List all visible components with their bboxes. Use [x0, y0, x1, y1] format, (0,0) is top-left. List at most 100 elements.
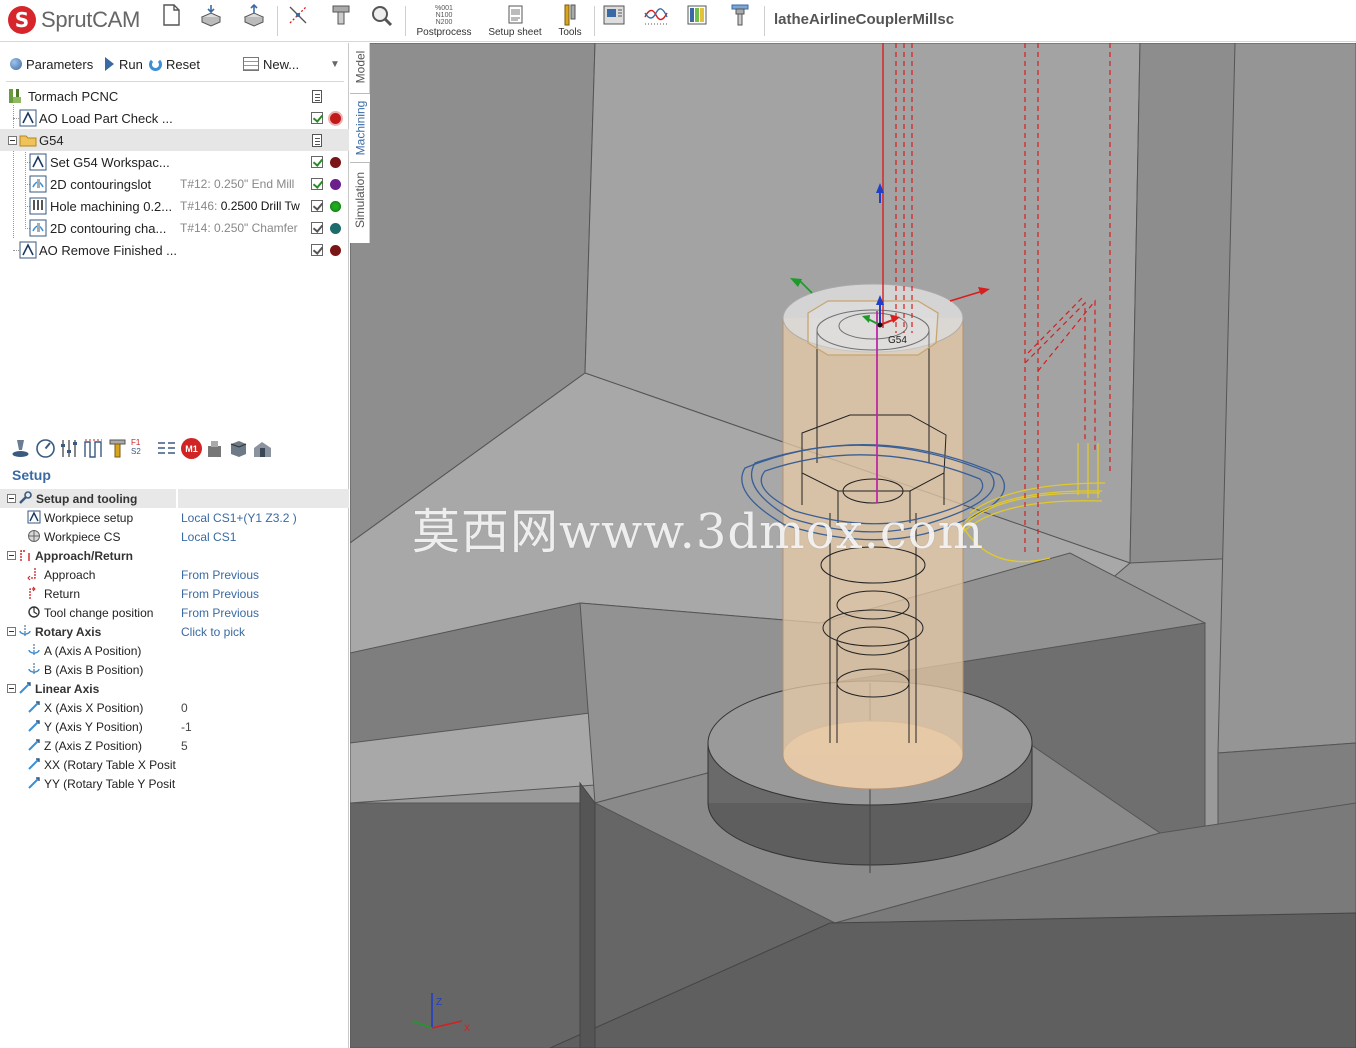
run-button[interactable]: Run: [105, 54, 143, 74]
prop-name: Y (Axis Y Position): [44, 720, 143, 734]
model-tab-icon[interactable]: [228, 438, 249, 459]
collapse-toggle[interactable]: [7, 551, 16, 560]
prop-value[interactable]: Local CS1: [181, 530, 236, 544]
rotary-axis-icon: [28, 663, 40, 675]
prop-value[interactable]: Local CS1+(Y1 Z3.2 ): [181, 511, 297, 525]
magnifier-icon: [372, 6, 393, 27]
tree-item-g54[interactable]: G54: [0, 129, 349, 151]
tree-item-remove-finished[interactable]: AO Remove Finished ...: [0, 239, 349, 261]
render-view-button[interactable]: [685, 3, 711, 39]
f1-label: F1: [131, 438, 141, 447]
enable-checkbox[interactable]: [311, 244, 323, 256]
open-model-icon: [200, 5, 222, 27]
column-splitter[interactable]: [176, 489, 178, 508]
collapse-toggle[interactable]: [7, 494, 16, 503]
enable-checkbox[interactable]: [311, 222, 323, 234]
strategy-tab-icon[interactable]: [59, 438, 80, 459]
coordinate-system-button[interactable]: [286, 3, 312, 39]
axis-z-label: Z: [436, 997, 442, 1008]
transitions-tab-icon[interactable]: [156, 438, 177, 459]
open-project-button[interactable]: [198, 3, 224, 39]
click-to-pick-link[interactable]: Click to pick: [181, 625, 245, 639]
prop-a-axis[interactable]: A (Axis A Position): [0, 641, 349, 660]
document-icon[interactable]: [312, 90, 322, 103]
prop-yy-axis[interactable]: YY (Rotary Table Y Posit: [0, 774, 349, 793]
enable-checkbox[interactable]: [311, 178, 323, 190]
run-label: Run: [119, 56, 143, 72]
links-tab-icon[interactable]: [83, 438, 104, 459]
enable-checkbox[interactable]: [311, 200, 323, 212]
operation-icon: [19, 241, 37, 259]
coordinate-system-icon: [289, 6, 307, 24]
new-operation-dropdown[interactable]: ▼: [330, 54, 340, 74]
operation-parameters-toolbar: F1 S2 M1: [8, 436, 348, 462]
tab-machining[interactable]: Machining: [350, 93, 370, 163]
tool-tab-icon[interactable]: [107, 438, 128, 459]
toolbar-separator: [764, 6, 765, 36]
new-project-button[interactable]: [158, 3, 184, 39]
fixture-tab-icon[interactable]: [252, 438, 273, 459]
rotary-axis-icon: [19, 625, 31, 637]
enable-checkbox[interactable]: [311, 156, 323, 168]
postprocess-button[interactable]: %001 N100 N200 Postprocess: [413, 3, 475, 39]
tab-model[interactable]: Model: [350, 45, 370, 89]
prop-value[interactable]: From Previous: [181, 587, 259, 601]
tools-button[interactable]: Tools: [555, 3, 585, 39]
prop-workpiece-setup[interactable]: Workpiece setup Local CS1+(Y1 Z3.2 ): [0, 508, 349, 527]
prop-xx-axis[interactable]: XX (Rotary Table X Posit: [0, 755, 349, 774]
tree-item-hole-machining[interactable]: Hole machining 0.2... T#146: 0.2500 Dril…: [0, 195, 349, 217]
measure-button[interactable]: [369, 3, 395, 39]
parameters-icon: [10, 58, 22, 70]
parameters-button[interactable]: Parameters: [10, 54, 93, 74]
workpiece-tab-icon[interactable]: [204, 438, 225, 459]
group-rotary-axis[interactable]: Rotary Axis Click to pick: [0, 622, 349, 641]
chevron-down-icon: ▼: [330, 58, 340, 70]
collapse-toggle[interactable]: [8, 136, 17, 145]
feeds-tab-icon[interactable]: [35, 438, 56, 459]
approach-return-icon: [20, 550, 30, 561]
collapse-toggle[interactable]: [7, 684, 16, 693]
left-panel: Parameters Run Reset New... ▼ Tormach PC…: [0, 43, 349, 1048]
prop-z-axis[interactable]: Z (Axis Z Position) 5: [0, 736, 349, 755]
enable-checkbox[interactable]: [311, 112, 323, 124]
prop-value[interactable]: -1: [181, 720, 192, 734]
reset-button[interactable]: Reset: [149, 54, 200, 74]
save-project-button[interactable]: [241, 3, 267, 39]
machine-view-button[interactable]: [601, 3, 627, 39]
prop-b-axis[interactable]: B (Axis B Position): [0, 660, 349, 679]
prop-y-axis[interactable]: Y (Axis Y Position) -1: [0, 717, 349, 736]
tool-library-button[interactable]: [727, 3, 753, 39]
tree-item-2d-contouring-slot[interactable]: 2D contouringslot T#12: 0.250" End Mill: [0, 173, 349, 195]
tree-machine-row[interactable]: Tormach PCNC: [0, 85, 349, 107]
group-linear-axis[interactable]: Linear Axis: [0, 679, 349, 698]
feed-speed-tab[interactable]: F1 S2: [131, 438, 155, 459]
watermark: 莫西网www.3dmox.com: [412, 504, 985, 560]
tree-item-set-g54[interactable]: Set G54 Workspac...: [0, 151, 349, 173]
toolbar-separator: [405, 6, 406, 36]
toolpath-view-button[interactable]: [643, 3, 669, 39]
new-operation-button[interactable]: New...: [243, 54, 299, 74]
prop-approach[interactable]: Approach From Previous: [0, 565, 349, 584]
setup-tab-icon[interactable]: [10, 438, 31, 459]
tree-item-load-part-check[interactable]: AO Load Part Check ...: [0, 107, 349, 129]
setup-sheet-button[interactable]: Setup sheet: [484, 3, 546, 39]
rotary-axis-icon: [28, 644, 40, 656]
collapse-toggle[interactable]: [7, 627, 16, 636]
prop-tool-change-position[interactable]: Tool change position From Previous: [0, 603, 349, 622]
prop-x-axis[interactable]: X (Axis X Position) 0: [0, 698, 349, 717]
prop-return[interactable]: Return From Previous: [0, 584, 349, 603]
prop-workpiece-cs[interactable]: Workpiece CS Local CS1: [0, 527, 349, 546]
fixture-button[interactable]: [328, 3, 354, 39]
tree-item-2d-contouring-chamfer[interactable]: 2D contouring cha... T#14: 0.250" Chamfe…: [0, 217, 349, 239]
m1-stop-badge[interactable]: M1: [181, 438, 202, 459]
prop-value[interactable]: From Previous: [181, 606, 259, 620]
group-approach-return[interactable]: Approach/Return: [0, 546, 349, 565]
tab-simulation[interactable]: Simulation: [350, 165, 370, 235]
folder-icon: [19, 135, 37, 147]
prop-value[interactable]: 0: [181, 701, 188, 715]
prop-value[interactable]: 5: [181, 739, 188, 753]
document-icon[interactable]: [312, 134, 322, 147]
group-setup-and-tooling[interactable]: Setup and tooling: [0, 489, 349, 508]
tree-item-label: 2D contouring cha...: [50, 220, 167, 236]
prop-value[interactable]: From Previous: [181, 568, 259, 582]
